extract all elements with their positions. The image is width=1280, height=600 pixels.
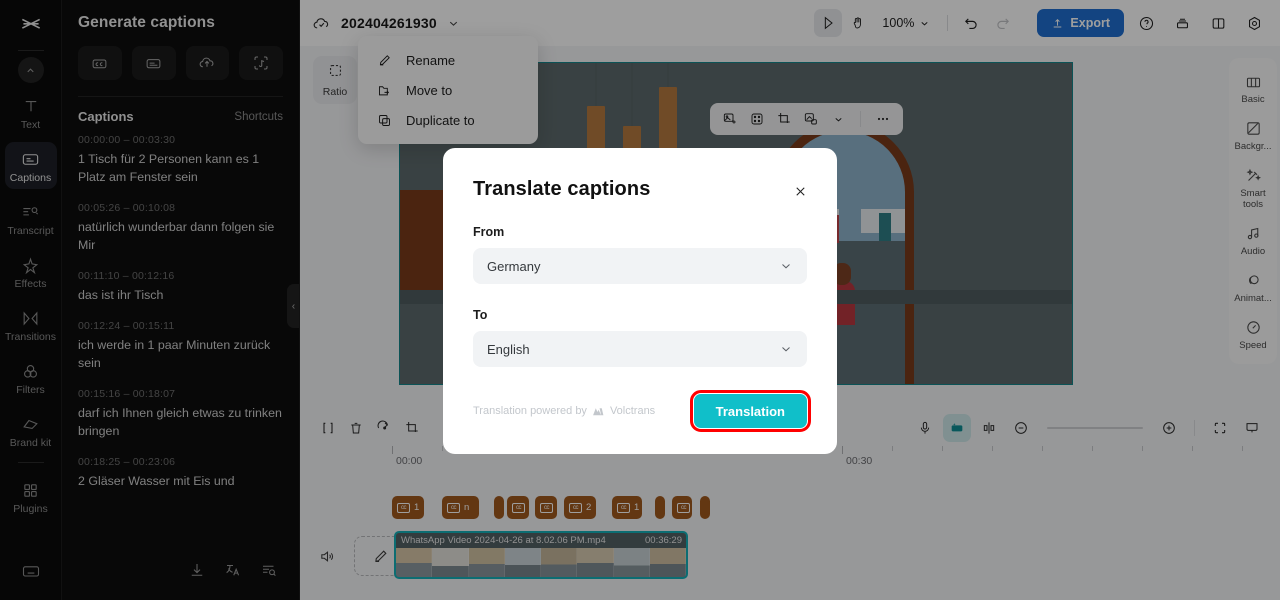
close-icon[interactable]	[789, 180, 811, 202]
chevron-down-icon	[779, 342, 793, 356]
dialog-title: Translate captions	[473, 178, 651, 200]
chevron-down-icon	[779, 259, 793, 273]
translation-submit-label: Translation	[715, 403, 785, 419]
from-label: From	[473, 225, 505, 239]
translate-captions-dialog: Translate captions From Germany To Engli…	[443, 148, 837, 454]
powered-by-brand: Volctrans	[609, 405, 656, 417]
from-language-value: Germany	[487, 258, 541, 274]
to-language-select[interactable]: English	[473, 331, 807, 367]
translation-submit-button[interactable]: Translation	[689, 390, 812, 432]
powered-by-text: Translation powered by	[473, 405, 587, 417]
to-language-value: English	[487, 341, 530, 357]
powered-by-note: Translation powered by Volctrans	[473, 405, 655, 417]
volctrans-logo-icon	[593, 407, 604, 415]
from-language-select[interactable]: Germany	[473, 248, 807, 284]
to-label: To	[473, 308, 488, 322]
dialog-footer: Translation powered by Volctrans Transla…	[473, 390, 812, 432]
